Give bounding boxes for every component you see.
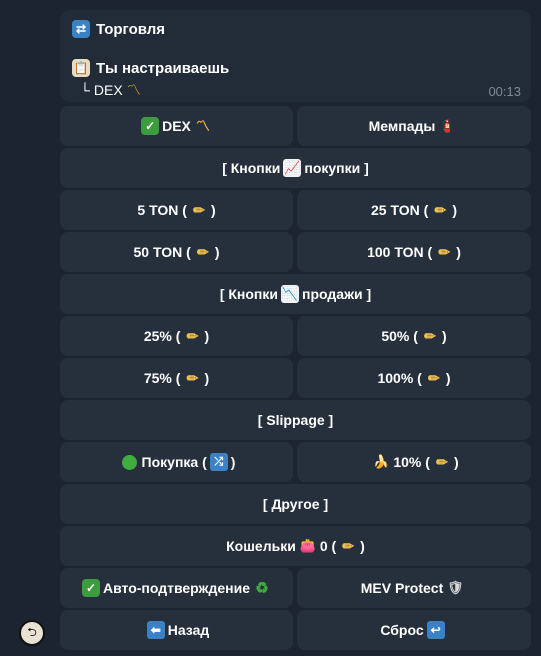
pencil-icon: ✏ [342, 537, 355, 554]
sub-item-label: DEX [93, 82, 123, 98]
buy-slippage-button[interactable]: Покупка (⤮) [60, 442, 293, 482]
recycle-icon: ♻ [255, 580, 269, 597]
arrow-left-icon: ⬅ [146, 621, 165, 639]
pencil-icon: ✏ [186, 327, 199, 344]
fire-extinguisher-icon: 🧯 [439, 118, 456, 133]
pencil-icon: ✏ [436, 453, 448, 470]
return-arrow-icon: ↩ [426, 621, 445, 639]
sell-50-button[interactable]: 50% (✏) [297, 316, 531, 356]
setup-text: Ты настраиваешь [96, 59, 230, 77]
wallets-button[interactable]: Кошельки 👛 0 (✏) [60, 526, 531, 566]
sell-25-button[interactable]: 25% (✏) [60, 316, 293, 356]
sell-100-button[interactable]: 100% (✏) [297, 358, 531, 398]
dex-button[interactable]: ✓ DEX 〽 [60, 106, 293, 146]
mev-protect-button[interactable]: MEV Protect 🛡 [297, 568, 531, 608]
mempads-button[interactable]: Мемпады 🧯 [297, 106, 531, 146]
check-icon: ✓ [81, 579, 100, 597]
other-header[interactable]: [ Другое ] [60, 484, 531, 524]
check-icon: ✓ [141, 117, 160, 135]
bot-avatar[interactable]: ⮌ [19, 620, 45, 646]
pencil-icon: ✏ [434, 201, 447, 218]
dex-zigzag-icon: 〽 [195, 118, 210, 134]
message-time: 00:13 [488, 84, 521, 99]
banana-icon: 🍌 [373, 454, 390, 469]
chart-up-icon: 📈 [283, 159, 302, 177]
sell-buttons-header[interactable]: [ Кнопки 📉 продажи ] [60, 274, 531, 314]
buy-50-ton-button[interactable]: 50 TON (✏) [60, 232, 293, 272]
repeat-icon: ⇄ [72, 20, 90, 38]
clipboard-icon: 📋 [72, 59, 90, 77]
pencil-icon: ✏ [186, 369, 199, 386]
buy-5-ton-button[interactable]: 5 TON (✏) [60, 190, 293, 230]
buy-buttons-header[interactable]: [ Кнопки 📈 покупки ] [60, 148, 531, 188]
pencil-icon: ✏ [427, 369, 440, 386]
shield-icon: 🛡 [446, 580, 464, 595]
message-title: Торговля [96, 20, 166, 38]
dex-zigzag-icon: 〽 [126, 82, 141, 98]
shuffle-icon: ⤮ [209, 453, 228, 471]
tree-prefix: └ [80, 82, 90, 98]
green-circle-icon [121, 453, 139, 471]
pencil-icon: ✏ [424, 327, 436, 344]
reply-arrow-icon: ⮌ [27, 624, 37, 639]
back-button[interactable]: ⬅ Назад [60, 610, 293, 650]
pencil-icon: ✏ [438, 243, 451, 260]
reset-button[interactable]: Сброс ↩ [297, 610, 531, 650]
buy-25-ton-button[interactable]: 25 TON (✏) [297, 190, 531, 230]
sell-slippage-button[interactable]: 🍌 10% (✏) [297, 442, 531, 482]
pencil-icon: ✏ [193, 201, 205, 218]
sell-75-button[interactable]: 75% (✏) [60, 358, 293, 398]
purse-icon: 👛 [299, 538, 316, 553]
message-bubble: ⇄ Торговля 📋 Ты настраиваешь └ DEX 〽 00:… [60, 10, 531, 102]
pencil-icon: ✏ [196, 243, 209, 260]
slippage-header[interactable]: [ Slippage ] [60, 400, 531, 440]
chart-down-icon: 📉 [281, 285, 300, 303]
auto-confirm-button[interactable]: ✓ Авто-подтверждение ♻ [60, 568, 293, 608]
buy-100-ton-button[interactable]: 100 TON (✏) [297, 232, 531, 272]
